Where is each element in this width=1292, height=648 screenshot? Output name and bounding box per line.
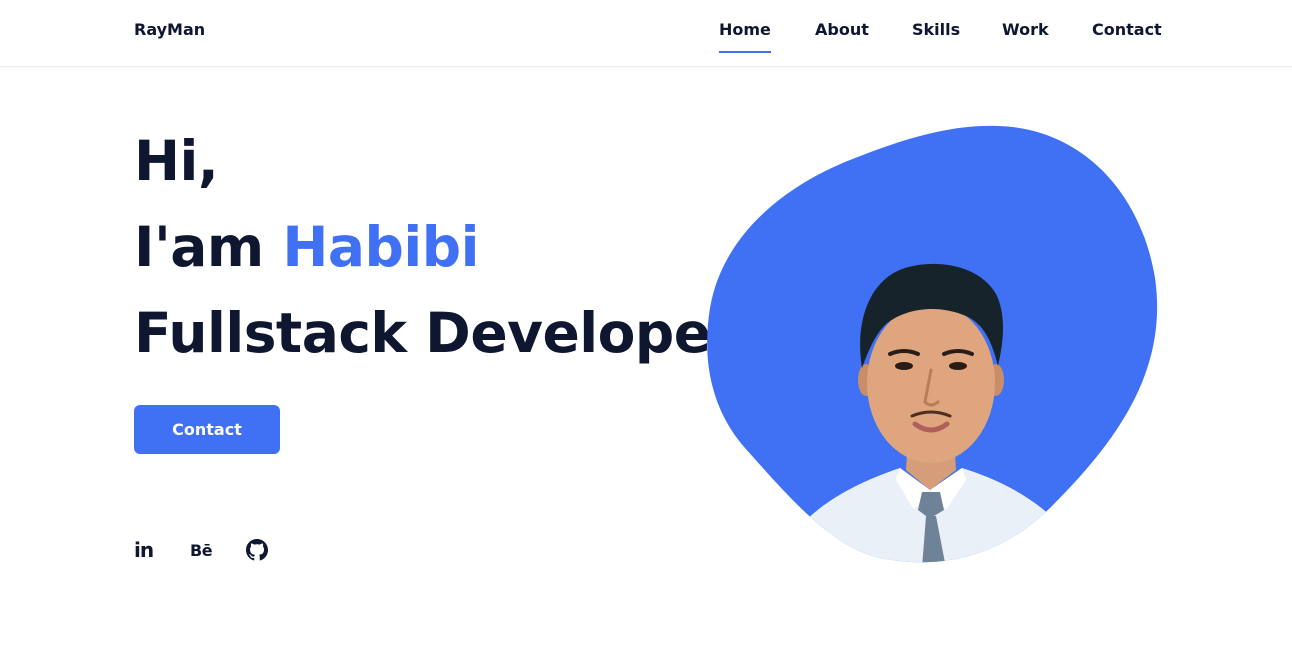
hero-name: Habibi bbox=[282, 215, 479, 279]
github-icon bbox=[246, 539, 268, 561]
hero-role: Fullstack Developer bbox=[134, 301, 738, 365]
linkedin-link[interactable]: in bbox=[134, 536, 158, 564]
hero-title: Hi, I'am Habibi Fullstack Developer bbox=[134, 118, 738, 376]
contact-button[interactable]: Contact bbox=[134, 405, 280, 454]
nav-link-work[interactable]: Work bbox=[1002, 20, 1049, 40]
hero-name-line: I'am Habibi bbox=[134, 204, 737, 290]
hero-greeting: Hi, bbox=[134, 129, 219, 193]
site-header: RayMan Home About Skills Work Contact bbox=[0, 0, 1292, 67]
nav-link-contact[interactable]: Contact bbox=[1092, 20, 1162, 40]
hero-visual bbox=[700, 118, 1170, 574]
nav-link-home[interactable]: Home bbox=[719, 20, 771, 53]
github-link[interactable] bbox=[246, 536, 270, 564]
linkedin-icon: in bbox=[134, 538, 154, 562]
nav-link-skills[interactable]: Skills bbox=[912, 20, 960, 40]
behance-link[interactable]: Bē bbox=[190, 536, 216, 564]
behance-icon: Bē bbox=[190, 540, 213, 560]
nav-link-about[interactable]: About bbox=[815, 20, 869, 40]
profile-illustration bbox=[707, 125, 1158, 563]
main-nav: Home About Skills Work Contact bbox=[0, 20, 1292, 54]
hero-name-prefix: I'am bbox=[134, 215, 283, 279]
